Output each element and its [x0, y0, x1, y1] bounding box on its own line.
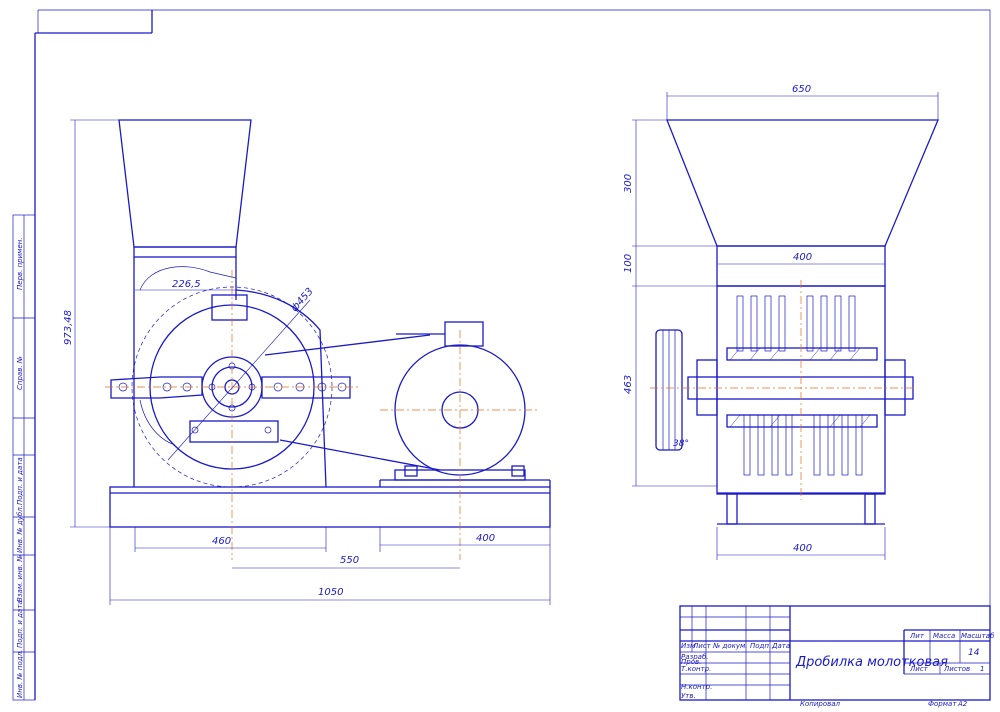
scale-label: Масштаб [961, 632, 995, 640]
title-block: Изм Лист № докум. Подп. Дата Разраб. Про… [679, 605, 995, 708]
row-tech-control: Т.контр. [681, 665, 711, 673]
th-col-list: Лист [692, 642, 712, 650]
dim-height: 973,48 [63, 310, 74, 345]
front-view: 226,5 ф453 973,48 460 550 400 1050 [63, 119, 551, 605]
side-stamp-column: Перв. примен. Справ. № Подп. и дата Инв.… [12, 214, 36, 701]
stamp-orig-inv: Инв. № подл. [16, 650, 24, 698]
hammer-plates [736, 295, 863, 476]
stamp-sign-date-1: Подп. и дата [16, 457, 24, 505]
stamp-replace-inv: Взам. инв. № [16, 554, 24, 602]
th-col-date: Дата [771, 642, 790, 650]
dim-offset: 226,5 [172, 279, 201, 290]
dim-body-height: 463 [623, 375, 634, 394]
stamp-first-use: Перв. примен. [16, 237, 24, 290]
row-norm-control: Н.контр. [681, 683, 712, 691]
copied-label: Копировал [800, 700, 841, 708]
format-label: Формат [928, 700, 957, 708]
dim-right-span: 400 [476, 533, 495, 544]
lit-label: Лит [909, 632, 925, 640]
dim-angle: 38° [673, 439, 689, 449]
dim-total-length: 1050 [318, 587, 343, 598]
hopper [118, 119, 252, 248]
dim-hopper-height: 300 [623, 174, 634, 193]
dim-mid-span: 550 [340, 555, 359, 566]
scale-value: 14 [968, 648, 980, 658]
dim-base-width: 400 [793, 543, 812, 554]
technical-drawing: Перв. примен. Справ. № Подп. и дата Инв.… [12, 9, 995, 708]
dim-left-span: 460 [212, 536, 231, 547]
dim-hopper-throat: 400 [793, 252, 812, 263]
side-hopper [666, 119, 939, 247]
stamp-ref-no: Справ. № [16, 356, 24, 390]
sheets-label: Листов [943, 665, 970, 673]
th-col-sign: Подп. [750, 642, 771, 650]
side-view: 650 400 400 300 100 463 38° [623, 84, 939, 560]
sheets-value: 1 [980, 665, 984, 673]
row-approved: Утв. [681, 692, 696, 700]
stamp-sign-date-2: Подп. и дата [16, 600, 24, 648]
sheet-frame [34, 9, 991, 700]
dim-diameter: ф453 [289, 286, 316, 314]
sheet-label: Лист [909, 665, 929, 673]
mass-label: Масса [933, 632, 955, 640]
format-value: A2 [957, 700, 968, 708]
dim-neck-height: 100 [623, 254, 634, 273]
th-col-doc: № докум. [712, 642, 748, 650]
dim-hopper-top: 650 [792, 84, 811, 95]
stamp-dup-inv: Инв. № дубл. [16, 505, 24, 553]
drawing-sheet: Перв. примен. Справ. № Подп. и дата Инв.… [0, 0, 1000, 708]
